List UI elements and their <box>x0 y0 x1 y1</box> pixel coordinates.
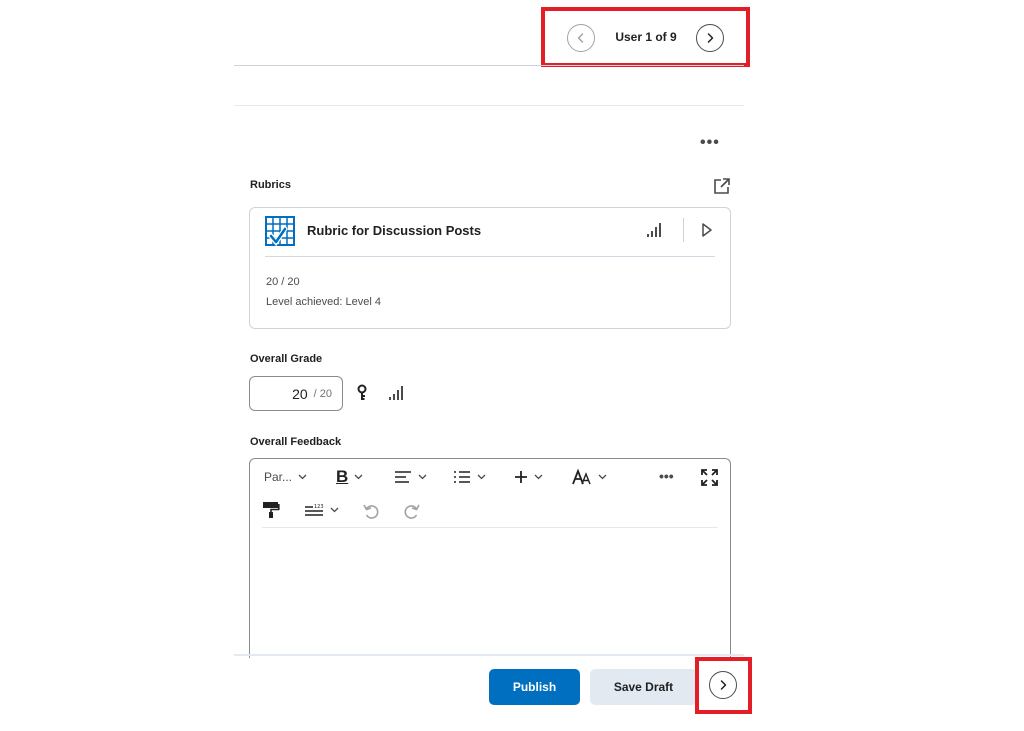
chevron-right-icon <box>720 680 727 690</box>
chevron-left-icon <box>577 33 584 43</box>
chevron-right-icon <box>707 33 714 43</box>
grade-key-icon[interactable] <box>355 384 369 402</box>
statistics-icon[interactable] <box>646 222 664 238</box>
list-dropdown[interactable] <box>453 470 486 484</box>
chevron-down-icon <box>598 474 607 480</box>
format-painter-icon[interactable] <box>262 501 280 519</box>
plus-icon <box>515 471 527 483</box>
font-size-dropdown[interactable] <box>572 469 607 485</box>
rubric-title[interactable]: Rubric for Discussion Posts <box>307 223 481 238</box>
next-user-button-bottom[interactable] <box>709 671 737 699</box>
popout-icon[interactable] <box>712 176 732 196</box>
grade-value[interactable]: 20 <box>292 386 308 402</box>
bold-dropdown[interactable]: B <box>336 467 363 487</box>
rubric-grid-icon <box>265 216 295 246</box>
divider <box>234 105 744 106</box>
paragraph-format-label: Par... <box>264 470 293 484</box>
chevron-down-icon <box>354 474 363 480</box>
insert-dropdown[interactable] <box>514 470 543 484</box>
font-size-icon <box>572 469 591 485</box>
divider <box>234 654 744 656</box>
paragraph-format-dropdown[interactable]: Par... <box>264 470 307 484</box>
divider <box>234 65 744 66</box>
user-count-label: User 1 of 9 <box>615 30 677 44</box>
bold-icon: B <box>336 467 349 486</box>
rubric-level: Level achieved: Level 4 <box>266 296 381 308</box>
toolbar-more-icon[interactable]: ••• <box>659 468 674 484</box>
expand-rubric-icon[interactable] <box>700 222 714 238</box>
chevron-down-icon <box>534 474 543 480</box>
rubrics-label: Rubrics <box>250 179 291 191</box>
feedback-editor[interactable] <box>249 458 731 658</box>
align-left-icon <box>395 471 411 483</box>
divider <box>265 256 715 257</box>
publish-button[interactable]: Publish <box>489 669 580 705</box>
chevron-down-icon <box>477 474 486 480</box>
chevron-down-icon <box>298 474 307 480</box>
alignment-dropdown[interactable] <box>394 470 427 484</box>
undo-icon[interactable] <box>362 502 380 520</box>
divider <box>262 527 718 528</box>
more-options-icon[interactable]: ••• <box>700 134 720 152</box>
grade-input[interactable]: 20 / 20 <box>249 376 343 411</box>
next-user-button[interactable] <box>696 24 724 52</box>
bullet-list-icon <box>454 471 470 483</box>
divider <box>683 218 684 242</box>
fullscreen-icon[interactable] <box>701 469 718 486</box>
chevron-down-icon <box>330 507 339 513</box>
overall-feedback-label: Overall Feedback <box>250 436 342 448</box>
grade-max: / 20 <box>313 387 332 400</box>
overall-grade-label: Overall Grade <box>250 353 323 365</box>
svg-text:123: 123 <box>314 504 324 510</box>
line-spacing-dropdown[interactable]: 123 <box>304 503 339 517</box>
line-spacing-icon: 123 <box>305 504 324 516</box>
previous-user-button[interactable] <box>567 24 595 52</box>
chevron-down-icon <box>418 474 427 480</box>
save-draft-button[interactable]: Save Draft <box>590 669 697 705</box>
redo-icon[interactable] <box>403 502 421 520</box>
rubric-score: 20 / 20 <box>266 276 300 288</box>
statistics-icon[interactable] <box>388 385 406 401</box>
